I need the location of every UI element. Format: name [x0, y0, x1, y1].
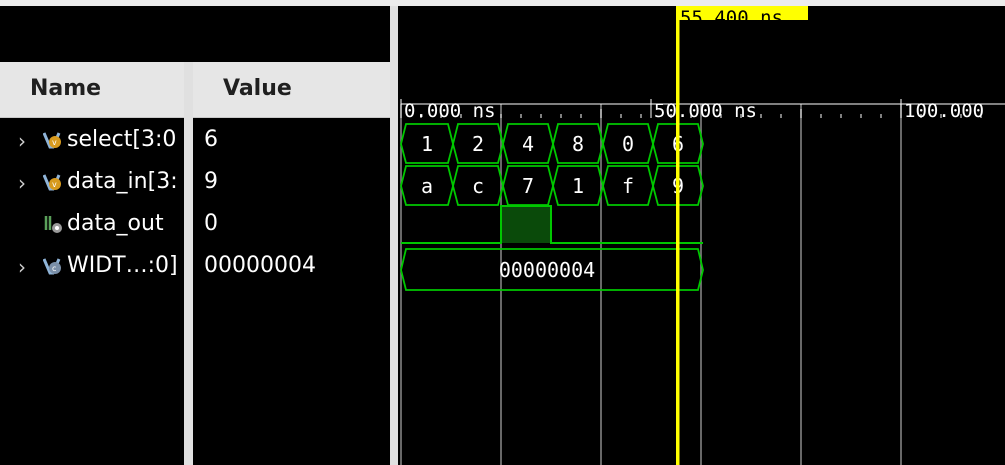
signal-name: WIDT…:0]: [67, 253, 178, 278]
wave-value: 00000004: [499, 258, 595, 282]
wave-value: 4: [522, 132, 534, 156]
signal-value: 9: [204, 169, 218, 194]
waveform-pane[interactable]: 0.000 ns 50.000 ns 100.000 1 2 4 8 0 6: [398, 6, 1005, 465]
wave-value: c: [472, 174, 484, 198]
chevron-right-icon[interactable]: ›: [18, 255, 26, 279]
signal-name: select[3:0: [67, 127, 177, 152]
wave-value: 7: [522, 174, 534, 198]
value-header-label: Value: [223, 76, 292, 101]
wave-value: a: [421, 174, 433, 198]
constant-icon: c: [43, 258, 61, 275]
name-value-divider[interactable]: [184, 62, 193, 465]
wave-value: 1: [421, 132, 433, 156]
waveform-width[interactable]: 00000004: [400, 248, 704, 291]
svg-text:v: v: [52, 138, 57, 147]
waveform-data-in[interactable]: a c 7 1 f 9: [400, 165, 704, 206]
signal-row-data-in[interactable]: › v data_in[3:: [0, 162, 184, 204]
signal-row-width[interactable]: › c WIDT…:0]: [0, 246, 184, 288]
ruler-label: 0.000 ns: [404, 100, 496, 122]
name-column-header[interactable]: Name: [0, 62, 184, 118]
signal-row-select[interactable]: › v select[3:0: [0, 120, 184, 162]
signal-row-data-out[interactable]: data_out: [0, 204, 184, 246]
bit-signal-icon: [44, 216, 62, 233]
waveform-canvas[interactable]: 0.000 ns 50.000 ns 100.000 1 2 4 8 0 6: [398, 6, 1005, 465]
signal-value: 00000004: [204, 253, 316, 278]
waveform-select[interactable]: 1 2 4 8 0 6: [400, 123, 704, 164]
svg-text:v: v: [52, 180, 57, 189]
signal-name: data_out: [67, 211, 164, 236]
svg-text:c: c: [52, 264, 56, 273]
time-cursor[interactable]: [676, 6, 680, 465]
vector-icon: v: [43, 132, 61, 149]
name-header-label: Name: [30, 76, 102, 101]
value-column-header[interactable]: Value: [193, 62, 390, 118]
wave-value: 0: [622, 132, 634, 156]
waveform-data-out[interactable]: [401, 205, 703, 244]
chevron-right-icon[interactable]: ›: [18, 129, 26, 153]
signal-value: 0: [204, 211, 218, 236]
ruler-label: 100.000: [904, 100, 984, 122]
chevron-right-icon[interactable]: ›: [18, 171, 26, 195]
wave-value: 2: [472, 132, 484, 156]
vector-icon: v: [43, 174, 61, 191]
wave-value: f: [622, 174, 634, 198]
cursor-time-label: 55.400 ns: [680, 7, 783, 29]
signal-name: data_in[3:: [67, 169, 178, 194]
ruler-label: 50.000 ns: [654, 100, 757, 122]
wave-value: 1: [572, 174, 584, 198]
signal-value: 6: [204, 127, 218, 152]
wave-value: 8: [572, 132, 584, 156]
high-pulse: [501, 206, 551, 243]
